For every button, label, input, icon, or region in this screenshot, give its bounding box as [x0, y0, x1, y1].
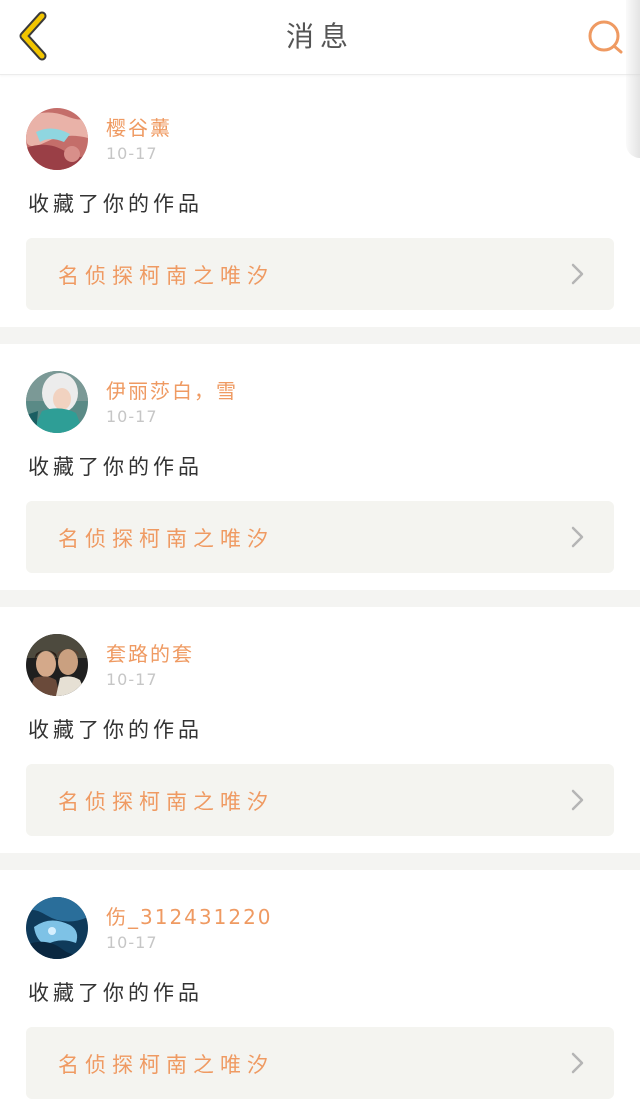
- notification-card: 樱谷薰 10-17 收藏了你的作品 名侦探柯南之唯汐: [0, 74, 640, 327]
- avatar[interactable]: [26, 634, 88, 696]
- username[interactable]: 伊丽莎白，雪: [106, 375, 238, 404]
- chevron-right-icon: [571, 789, 584, 811]
- timestamp: 10-17: [106, 407, 158, 426]
- avatar[interactable]: [26, 897, 88, 959]
- notification-card: 套路的套 10-17 收藏了你的作品 名侦探柯南之唯汐: [0, 607, 640, 853]
- timestamp: 10-17: [106, 933, 158, 952]
- work-title: 名侦探柯南之唯汐: [58, 264, 274, 288]
- work-title: 名侦探柯南之唯汐: [58, 1053, 274, 1077]
- divider: [0, 590, 640, 607]
- divider: [0, 853, 640, 870]
- avatar[interactable]: [26, 371, 88, 433]
- timestamp: 10-17: [106, 144, 158, 163]
- username[interactable]: 伤_312431220: [106, 901, 273, 930]
- username[interactable]: 套路的套: [106, 638, 194, 667]
- notification-card: 伊丽莎白，雪 10-17 收藏了你的作品 名侦探柯南之唯汐: [0, 344, 640, 590]
- page-title: 消息: [285, 20, 354, 53]
- work-link[interactable]: 名侦探柯南之唯汐: [26, 238, 614, 310]
- work-link[interactable]: 名侦探柯南之唯汐: [26, 1027, 614, 1099]
- action-text: 收藏了你的作品: [28, 981, 203, 1005]
- username[interactable]: 樱谷薰: [106, 112, 172, 141]
- action-text: 收藏了你的作品: [28, 192, 203, 216]
- search-icon: [588, 20, 623, 54]
- work-title: 名侦探柯南之唯汐: [58, 527, 274, 551]
- divider: [0, 327, 640, 344]
- notification-list: 樱谷薰 10-17 收藏了你的作品 名侦探柯南之唯汐 伊丽莎白，雪 10-17 …: [0, 74, 640, 1116]
- avatar[interactable]: [26, 108, 88, 170]
- action-text: 收藏了你的作品: [28, 455, 203, 479]
- search-button[interactable]: [584, 16, 626, 58]
- action-text: 收藏了你的作品: [28, 718, 203, 742]
- chevron-right-icon: [571, 263, 584, 285]
- notification-card: 伤_312431220 10-17 收藏了你的作品 名侦探柯南之唯汐: [0, 870, 640, 1116]
- app-header: 消息: [0, 0, 640, 75]
- chevron-right-icon: [571, 526, 584, 548]
- work-link[interactable]: 名侦探柯南之唯汐: [26, 764, 614, 836]
- chevron-right-icon: [571, 1052, 584, 1074]
- timestamp: 10-17: [106, 670, 158, 689]
- edge-drawer-handle[interactable]: [626, 0, 640, 158]
- work-title: 名侦探柯南之唯汐: [58, 790, 274, 814]
- work-link[interactable]: 名侦探柯南之唯汐: [26, 501, 614, 573]
